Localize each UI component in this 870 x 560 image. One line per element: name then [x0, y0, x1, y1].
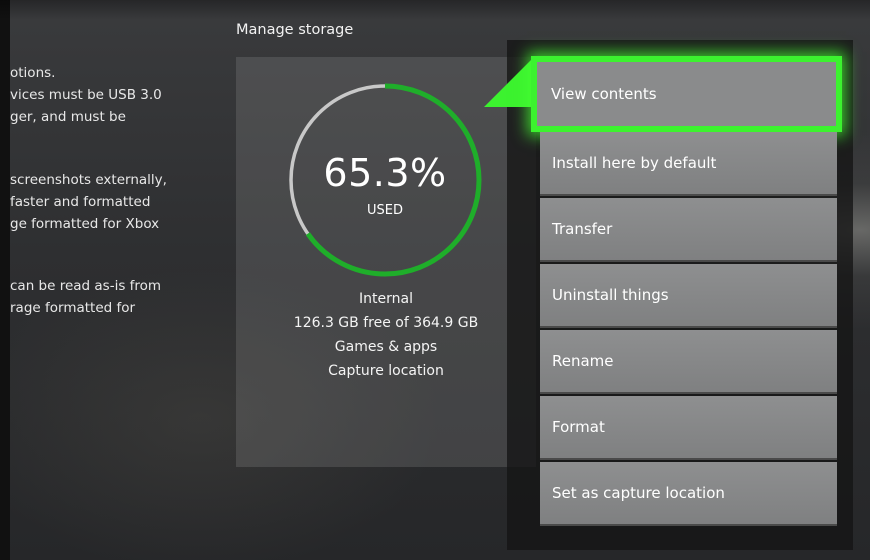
menu-item-label: Install here by default: [552, 154, 717, 172]
info-text-line: ger, and must be: [10, 109, 126, 125]
top-shade: [0, 0, 870, 20]
menu-item-set-as-capture-location[interactable]: Set as capture location: [540, 462, 837, 526]
percent-used-value: 65.3%: [323, 151, 447, 195]
menu-item-label: Format: [552, 418, 605, 436]
menu-item-uninstall-things[interactable]: Uninstall things: [540, 264, 837, 328]
menu-item-rename[interactable]: Rename: [540, 330, 837, 394]
menu-item-format[interactable]: Format: [540, 396, 837, 460]
menu-item-label: Set as capture location: [552, 484, 725, 502]
drive-role-capture: Capture location: [328, 363, 444, 379]
drive-name: Internal: [359, 291, 413, 307]
menu-item-view-contents[interactable]: View contents: [531, 56, 842, 132]
menu-item-label: Uninstall things: [552, 286, 669, 304]
info-text-line: vices must be USB 3.0: [10, 87, 162, 103]
used-label: USED: [367, 203, 403, 218]
info-text-line: ge formatted for Xbox: [10, 216, 160, 232]
menu-pointer: [484, 57, 534, 107]
menu-item-install-here-by-default[interactable]: Install here by default: [540, 132, 837, 196]
menu-item-label: Transfer: [552, 220, 613, 238]
info-text-line: rage formatted for: [10, 300, 136, 316]
screen-bezel: [0, 0, 10, 560]
info-text-line: otions.: [10, 65, 56, 81]
menu-item-label: Rename: [552, 352, 614, 370]
tv-screen: otions. vices must be USB 3.0 ger, and m…: [0, 0, 870, 560]
drive-role-games: Games & apps: [334, 339, 438, 355]
info-text-line: screenshots externally,: [10, 172, 167, 188]
menu-item-label: View contents: [551, 85, 657, 103]
menu-item-transfer[interactable]: Transfer: [540, 198, 837, 262]
free-space-text: 126.3 GB free of 364.9 GB: [293, 315, 479, 331]
section-title: Manage storage: [236, 22, 354, 38]
info-text-line: can be read as-is from: [10, 278, 162, 294]
info-text-line: faster and formatted: [10, 194, 151, 210]
